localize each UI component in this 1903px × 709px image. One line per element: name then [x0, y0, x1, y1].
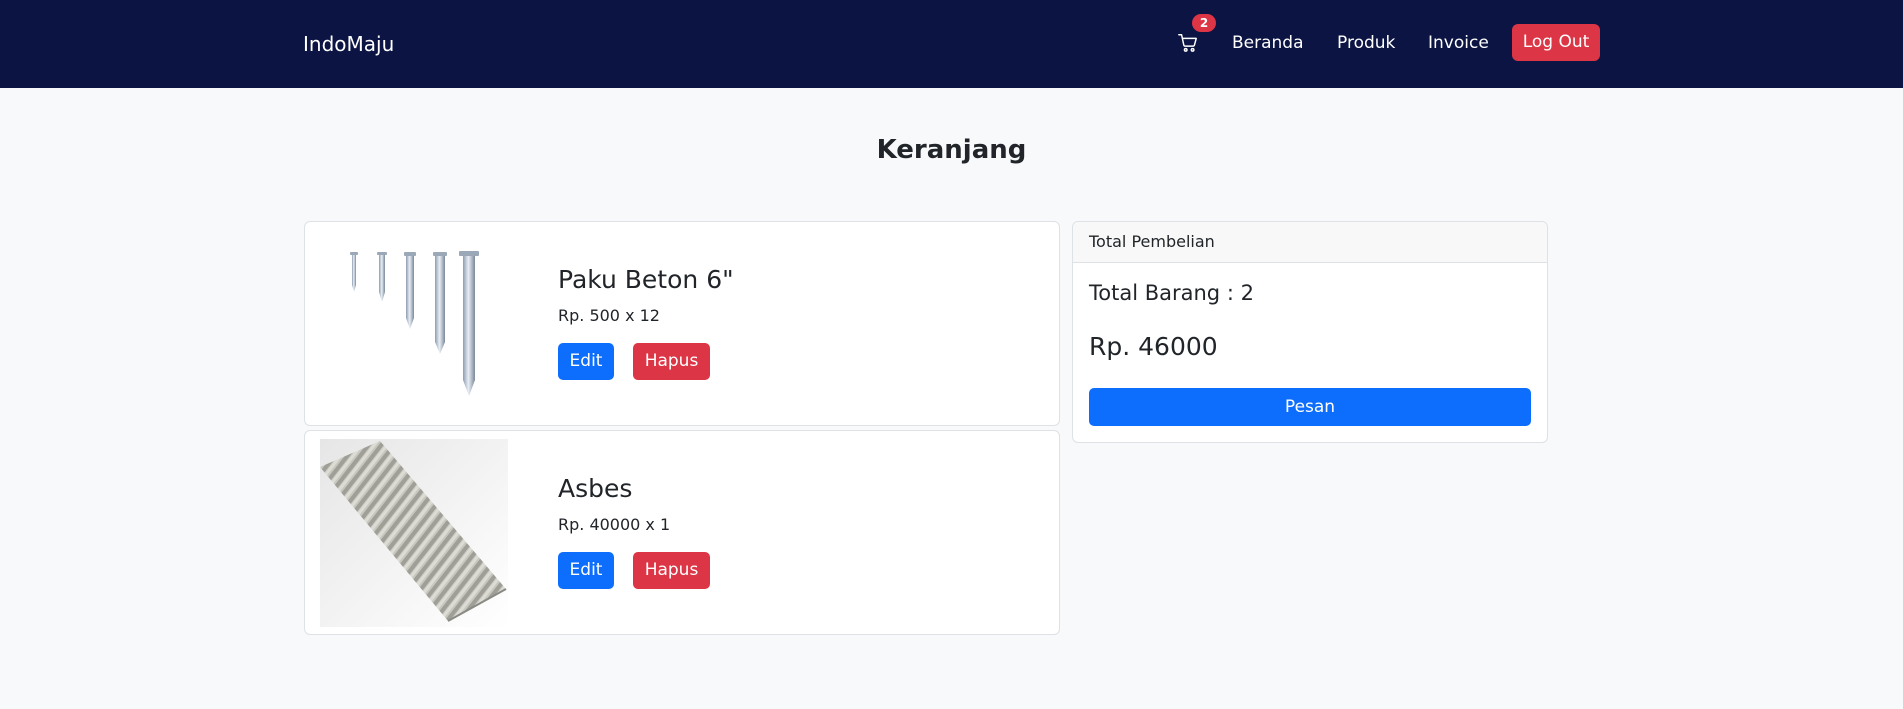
product-image-nails: [320, 230, 508, 418]
product-price: Rp. 40000 x 1: [558, 515, 671, 534]
nav-link-produk[interactable]: Produk: [1337, 31, 1395, 55]
order-button[interactable]: Pesan: [1089, 388, 1531, 426]
cart-item-card: Asbes Rp. 40000 x 1 Edit Hapus: [304, 430, 1060, 635]
delete-button[interactable]: Hapus: [633, 552, 710, 589]
cart-count-badge: 2: [1192, 14, 1216, 32]
product-price: Rp. 500 x 12: [558, 306, 660, 325]
brand-link[interactable]: IndoMaju: [303, 30, 394, 58]
cart-icon[interactable]: [1177, 32, 1199, 54]
edit-button[interactable]: Edit: [558, 552, 614, 589]
cart-item-card: Paku Beton 6" Rp. 500 x 12 Edit Hapus: [304, 221, 1060, 426]
total-items-text: Total Barang : 2: [1089, 281, 1254, 305]
delete-button[interactable]: Hapus: [633, 343, 710, 380]
nav-link-invoice[interactable]: Invoice: [1428, 31, 1489, 55]
nav-link-beranda[interactable]: Beranda: [1232, 31, 1304, 55]
page-title: Keranjang: [876, 135, 1027, 165]
total-price-text: Rp. 46000: [1089, 332, 1218, 361]
navbar: IndoMaju 2 Beranda Produk Invoice Log Ou…: [0, 0, 1903, 88]
summary-card: Total Pembelian Total Barang : 2 Rp. 460…: [1072, 221, 1548, 443]
product-name: Paku Beton 6": [558, 265, 734, 294]
edit-button[interactable]: Edit: [558, 343, 614, 380]
logout-button[interactable]: Log Out: [1512, 24, 1600, 61]
product-name: Asbes: [558, 474, 633, 503]
summary-header: Total Pembelian: [1073, 222, 1547, 263]
product-image-asbestos: [320, 439, 508, 627]
